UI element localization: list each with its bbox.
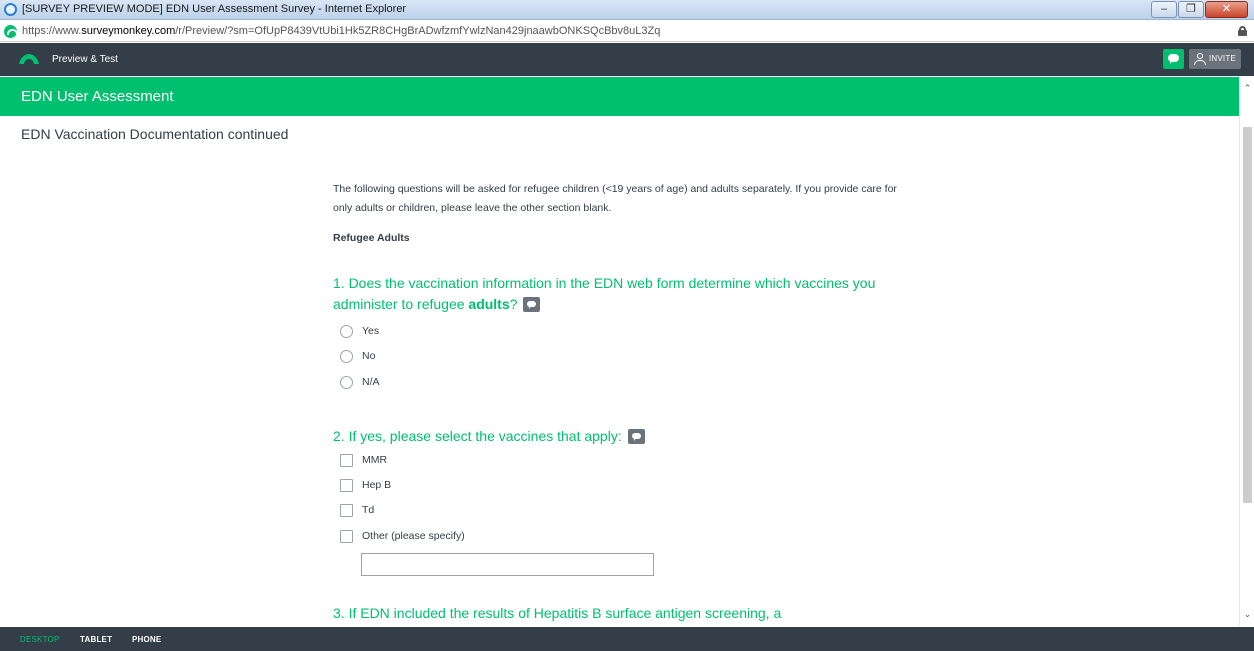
ie-icon <box>4 3 17 16</box>
device-tablet-tab[interactable]: TABLET <box>80 635 112 644</box>
checkbox[interactable] <box>340 503 353 517</box>
question-2-title: 2. If yes, please select the vaccines th… <box>333 426 933 447</box>
question-1-title: 1. Does the vaccination information in t… <box>333 273 933 315</box>
q1-option-na[interactable]: N/A <box>340 374 380 390</box>
survey-title: EDN User Assessment <box>21 88 174 105</box>
url-prefix: https://www. <box>22 25 82 37</box>
maximize-button[interactable]: ❐ <box>1178 1 1204 18</box>
preview-test-label[interactable]: Preview & Test <box>52 54 118 65</box>
option-label: MMR <box>362 454 388 466</box>
option-label: Hep B <box>362 479 392 491</box>
monkey-logo-icon[interactable] <box>18 53 40 65</box>
person-icon <box>1194 53 1206 65</box>
question-2-text: 2. If yes, please select the vaccines th… <box>333 428 622 444</box>
q2-option-hep-b[interactable]: Hep B <box>340 477 391 493</box>
radio-button[interactable] <box>340 349 353 363</box>
comment-icon[interactable] <box>627 428 645 444</box>
survey-header: EDN User Assessment <box>0 77 1239 116</box>
invite-button[interactable]: INVITE <box>1189 49 1241 69</box>
radio-button[interactable] <box>340 324 353 338</box>
question-1-text: 1. Does the vaccination information in t… <box>333 275 876 312</box>
lock-icon[interactable] <box>1238 26 1247 36</box>
q1-option-yes[interactable]: Yes <box>340 323 379 339</box>
q2-option-other[interactable]: Other (please specify) <box>340 528 465 544</box>
window-controls: – ❐ ✕ <box>1151 1 1248 18</box>
preview-toolbar: Preview & Test INVITE <box>0 43 1254 76</box>
option-label: N/A <box>362 376 380 388</box>
checkbox[interactable] <box>340 529 353 543</box>
scrollbar-thumb[interactable] <box>1243 127 1252 503</box>
scroll-up-icon[interactable]: ⌃ <box>1240 81 1254 96</box>
device-preview-bar: DESKTOP TABLET PHONE <box>0 627 1254 651</box>
section-label: Refugee Adults <box>333 232 410 244</box>
page-scrollbar[interactable]: ⌃ ⌄ <box>1239 77 1254 626</box>
invite-label: INVITE <box>1209 54 1236 63</box>
device-desktop-tab[interactable]: DESKTOP <box>20 635 60 644</box>
window-title: [SURVEY PREVIEW MODE] EDN User Assessmen… <box>22 3 407 15</box>
window-title-bar: [SURVEY PREVIEW MODE] EDN User Assessmen… <box>0 0 1254 20</box>
question-3-title: 3. If EDN included the results of Hepati… <box>333 605 782 621</box>
question-1-suffix: ? <box>509 296 518 312</box>
intro-text: The following questions will be asked fo… <box>333 183 897 214</box>
checkbox[interactable] <box>340 453 353 467</box>
scroll-down-icon[interactable]: ⌄ <box>1240 607 1254 622</box>
url-host: surveymonkey.com <box>81 25 176 37</box>
maximize-icon: ❐ <box>1186 3 1196 15</box>
device-phone-tab[interactable]: PHONE <box>132 635 161 644</box>
option-label: Other (please specify) <box>362 530 465 542</box>
question-1-emphasis: adults <box>468 296 510 312</box>
comment-icon <box>1168 54 1179 64</box>
url-path: /r/Preview/?sm=OfUpP8439VtUbi1Hk5ZR8CHgB… <box>175 25 661 37</box>
other-specify-input[interactable] <box>361 553 654 576</box>
checkbox[interactable] <box>340 478 353 492</box>
close-button[interactable]: ✕ <box>1205 1 1248 18</box>
minimize-icon: – <box>1160 3 1168 15</box>
comments-button[interactable] <box>1163 49 1184 69</box>
q1-option-no[interactable]: No <box>340 348 375 364</box>
close-icon: ✕ <box>1221 3 1232 15</box>
q2-option-td[interactable]: Td <box>340 502 374 518</box>
option-label: Td <box>362 504 375 516</box>
surveymonkey-icon <box>4 25 18 38</box>
radio-button[interactable] <box>340 375 353 389</box>
address-bar[interactable]: https://www.surveymonkey.com/r/Preview/?… <box>0 21 1254 42</box>
q2-option-mmr[interactable]: MMR <box>340 452 387 468</box>
page-title: EDN Vaccination Documentation continued <box>21 126 289 142</box>
option-label: Yes <box>362 325 380 337</box>
comment-icon[interactable] <box>523 296 541 312</box>
minimize-button[interactable]: – <box>1151 1 1177 18</box>
url-text[interactable]: https://www.surveymonkey.com/r/Preview/?… <box>22 25 660 37</box>
option-label: No <box>362 350 376 362</box>
